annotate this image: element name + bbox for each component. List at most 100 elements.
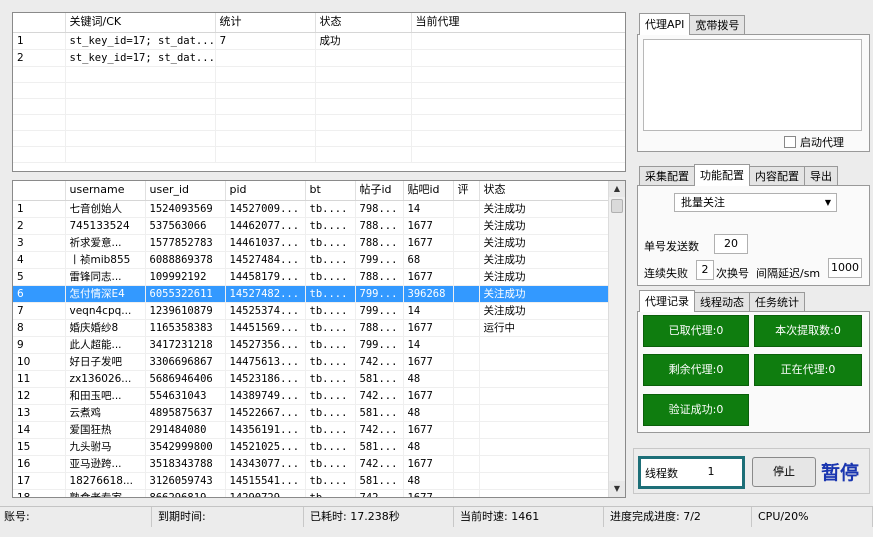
status-cell: 关注成功 xyxy=(479,285,608,303)
bt-cell: tb.... xyxy=(305,234,356,252)
tab-task-stats[interactable]: 任务统计 xyxy=(749,292,805,312)
got-proxy-button[interactable]: 已取代理:0 xyxy=(643,315,749,347)
col-comment[interactable]: 评 xyxy=(453,181,480,201)
threads-input[interactable]: 1 xyxy=(683,463,739,481)
table-row[interactable]: 2 745133524 537563066 14462077... tb.... 788.… xyxy=(13,217,608,235)
tab-broadband-dial[interactable]: 宽带拨号 xyxy=(689,15,746,35)
table-row[interactable]: 15 九头驸马 3542999800 14521025... tb.... 581... 4… xyxy=(13,438,608,456)
table-row[interactable]: 5 雷锋同志... 109992192 14458179... tb.... 788...… xyxy=(13,268,608,286)
mode-select-value: 批量关注 xyxy=(681,196,725,209)
col-forum-id[interactable]: 贴吧id xyxy=(403,181,454,201)
table-row[interactable] xyxy=(13,66,625,83)
interval-delay-input[interactable]: 1000 xyxy=(828,258,862,278)
tab-proxy-api[interactable]: 代理API xyxy=(639,13,691,35)
scroll-up-icon[interactable]: ▲ xyxy=(609,181,625,197)
keyword-ck-grid[interactable]: 关键词/CK 统计 状态 当前代理 1 st_key_id=17; st_dat.… xyxy=(12,12,626,172)
status-cell: 关注成功 xyxy=(479,200,608,218)
threads-label: 线程数 xyxy=(645,467,678,480)
table-row[interactable] xyxy=(13,98,625,115)
tab-collect-config[interactable]: 采集配置 xyxy=(639,166,695,186)
col-status[interactable]: 状态 xyxy=(315,13,412,33)
vertical-scrollbar[interactable]: ▲ ▼ xyxy=(608,181,625,497)
in-use-proxy-button[interactable]: 正在代理:0 xyxy=(754,354,862,386)
table-row[interactable]: 2 st_key_id=17; st_dat... xyxy=(13,49,625,67)
table-row[interactable] xyxy=(13,146,625,163)
proxy-api-textarea[interactable] xyxy=(643,39,862,131)
status-cell: 关注成功 xyxy=(479,268,608,286)
table-row[interactable]: 17 18276618... 3126059743 14515541... tb....… xyxy=(13,472,608,490)
user-id-cell: 4895875637 xyxy=(145,404,226,422)
table-row[interactable] xyxy=(13,82,625,99)
tab-thread-activity[interactable]: 线程动态 xyxy=(694,292,750,312)
table-row[interactable]: 6 怎付情深E4 6055322611 14527482... tb.... 799...… xyxy=(13,285,608,303)
tab-content-config[interactable]: 内容配置 xyxy=(749,166,805,186)
mode-select[interactable]: 批量关注 ▼ xyxy=(674,193,837,212)
status-progress: 进度完成进度: 7/2 xyxy=(606,507,752,527)
consecutive-fail-input[interactable]: 2 xyxy=(696,260,714,280)
empty-cell xyxy=(13,130,66,147)
table-row[interactable]: 1 st_key_id=17; st_dat... 7 成功 xyxy=(13,32,625,50)
col-user-id[interactable]: user_id xyxy=(145,181,226,201)
table-row[interactable]: 14 爱国狂热 291484080 14356191... tb.... 742... 16… xyxy=(13,421,608,439)
remaining-proxy-button[interactable]: 剩余代理:0 xyxy=(643,354,749,386)
col-post-id[interactable]: 帖子id xyxy=(355,181,404,201)
col-status[interactable]: 状态 xyxy=(479,181,608,201)
pid-cell: 14461037... xyxy=(225,234,306,252)
forum-id-cell: 1677 xyxy=(403,268,454,286)
enable-proxy-checkbox[interactable]: 启动代理 xyxy=(784,134,844,150)
table-row[interactable]: 9 此人超能... 3417231218 14527356... tb.... 799..… xyxy=(13,336,608,354)
col-pid[interactable]: pid xyxy=(225,181,306,201)
table-row[interactable]: 12 和田玉吧... 554631043 14389749... tb.... 742..… xyxy=(13,387,608,405)
verify-success-button[interactable]: 验证成功:0 xyxy=(643,394,749,426)
username-cell: 此人超能... xyxy=(65,336,146,354)
tab-function-config[interactable]: 功能配置 xyxy=(694,164,750,186)
comment-cell xyxy=(453,472,480,490)
table-row[interactable]: 10 好日子发吧 3306696867 14475613... tb.... 742...… xyxy=(13,353,608,371)
table-row[interactable]: 18熟食老专家86629681914290729...tb....742...1… xyxy=(13,489,608,497)
tab-proxy-records[interactable]: 代理记录 xyxy=(639,290,695,312)
forum-id-cell: 1677 xyxy=(403,217,454,235)
status-cell: 关注成功 xyxy=(479,234,608,252)
col-count[interactable]: 统计 xyxy=(215,13,316,33)
stop-button[interactable]: 停止 xyxy=(752,457,816,487)
row-index: 7 xyxy=(13,302,66,320)
table-row[interactable]: 3 祈求爱意... 1577852783 14461037... tb.... 788..… xyxy=(13,234,608,252)
status-speed: 当前时速: 1461 xyxy=(456,507,604,527)
col-bt[interactable]: bt xyxy=(305,181,356,201)
pause-button[interactable]: 暂停 xyxy=(821,458,859,485)
consecutive-fail-label: 连续失败 xyxy=(644,267,688,280)
user-results-grid[interactable]: username user_id pid bt 帖子id 贴吧id 评 状态 1… xyxy=(12,180,626,498)
col-keyword[interactable]: 关键词/CK xyxy=(65,13,216,33)
status-cell: 成功 xyxy=(315,32,412,50)
table-row[interactable]: 7 veqn4cpq... 1239610879 14525374... tb.... 7… xyxy=(13,302,608,320)
table-row[interactable]: 1 七音创始人 1524093569 14527009... tb.... 798... 1… xyxy=(13,200,608,218)
table-row[interactable] xyxy=(13,114,625,131)
post-id-cell: 788... xyxy=(355,217,404,235)
this-extract-button[interactable]: 本次提取数:0 xyxy=(754,315,862,347)
scroll-thumb[interactable] xyxy=(611,199,623,213)
pid-cell: 14527356... xyxy=(225,336,306,354)
bt-cell: tb.... xyxy=(305,336,356,354)
post-id-cell: 799... xyxy=(355,251,404,269)
table-row[interactable] xyxy=(13,130,625,147)
scroll-down-icon[interactable]: ▼ xyxy=(609,481,625,497)
comment-cell xyxy=(453,268,480,286)
username-cell: veqn4cpq... xyxy=(65,302,146,320)
comment-cell xyxy=(453,370,480,388)
table-row[interactable]: 13 云煮鸡 4895875637 14522667... tb.... 581... 48 xyxy=(13,404,608,422)
table-row[interactable]: 4 丨祯mib855 6088869378 14527484... tb.... 799.… xyxy=(13,251,608,269)
table-row[interactable]: 11 zx136026... 5686946406 14523186... tb....… xyxy=(13,370,608,388)
col-index xyxy=(13,181,66,201)
per-account-input[interactable]: 20 xyxy=(714,234,748,254)
table-row[interactable]: 8 婚庆婚纱8 1165358383 14451569... tb.... 788... 1… xyxy=(13,319,608,337)
status-cell xyxy=(479,404,608,422)
row-index: 4 xyxy=(13,251,66,269)
tab-export[interactable]: 导出 xyxy=(804,166,838,186)
col-username[interactable]: username xyxy=(65,181,146,201)
col-proxy[interactable]: 当前代理 xyxy=(411,13,625,33)
forum-id-cell: 14 xyxy=(403,302,454,320)
checkbox-box[interactable] xyxy=(784,136,796,148)
table-row[interactable]: 16 亚马逊跨... 3518343788 14343077... tb.... 742.… xyxy=(13,455,608,473)
user-results-header: username user_id pid bt 帖子id 贴吧id 评 状态 xyxy=(13,181,608,201)
status-cell xyxy=(479,438,608,456)
